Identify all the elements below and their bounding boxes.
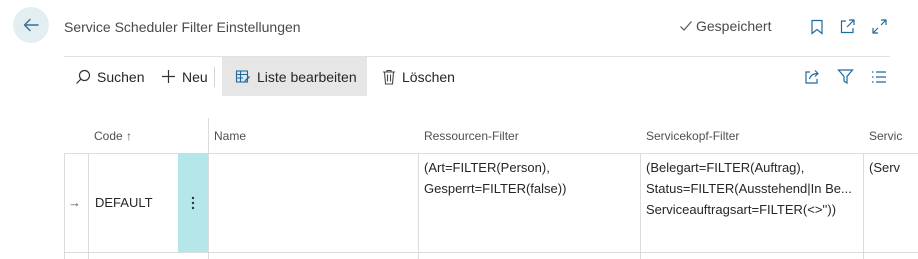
- edit-list-label: Liste bearbeiten: [257, 68, 357, 85]
- action-divider: [214, 67, 215, 87]
- new-button[interactable]: Neu: [161, 57, 208, 96]
- column-divider: [208, 118, 209, 259]
- checkmark-icon: [680, 21, 692, 31]
- saved-status: Gespeichert: [679, 18, 771, 34]
- data-grid: Code ↑ Name Ressourcen-Filter Servicekop…: [64, 118, 918, 259]
- filter-icon[interactable]: [837, 68, 854, 85]
- column-divider: [88, 153, 89, 259]
- row-indicator-arrow-icon: →: [68, 195, 81, 210]
- page-title: Service Scheduler Filter Einstellungen: [64, 19, 301, 35]
- edit-list-icon: [235, 69, 250, 83]
- saved-label: Gespeichert: [696, 18, 772, 34]
- column-header-service-header-filter[interactable]: Servicekopf-Filter: [646, 129, 739, 143]
- column-header-resource-filter[interactable]: Ressourcen-Filter: [424, 129, 519, 143]
- code-cell[interactable]: DEFAULT: [95, 192, 153, 213]
- sort-ascending-icon: ↑: [126, 129, 133, 143]
- column-header-name[interactable]: Name: [214, 129, 246, 143]
- column-divider: [640, 153, 641, 259]
- edit-list-button[interactable]: Liste bearbeiten: [222, 57, 367, 96]
- share-icon[interactable]: [804, 68, 821, 85]
- column-divider: [863, 153, 864, 259]
- back-button[interactable]: [13, 7, 49, 43]
- action-bar: Suchen Neu Liste bearbeiten Löschen: [64, 57, 918, 96]
- column-header-next[interactable]: Servic: [869, 129, 902, 143]
- list-view-icon[interactable]: [870, 68, 887, 85]
- open-new-window-icon[interactable]: [839, 18, 856, 35]
- resource-filter-cell[interactable]: (Art=FILTER(Person), Gesperrt=FILTER(fal…: [424, 157, 638, 199]
- row-divider: [64, 252, 918, 253]
- delete-button[interactable]: Löschen: [382, 57, 455, 96]
- plus-icon: [162, 70, 175, 83]
- trash-icon: [383, 69, 395, 85]
- new-label: Neu: [182, 68, 208, 85]
- column-divider: [418, 153, 419, 259]
- column-header-code[interactable]: Code ↑: [94, 129, 132, 143]
- expand-icon[interactable]: [871, 18, 888, 35]
- delete-label: Löschen: [402, 68, 455, 85]
- bookmark-icon[interactable]: [808, 18, 825, 35]
- arrow-left-icon: [23, 18, 39, 32]
- row-menu-button[interactable]: [178, 153, 208, 252]
- service-header-filter-cell[interactable]: (Belegart=FILTER(Auftrag), Status=FILTER…: [646, 157, 860, 220]
- search-button[interactable]: Suchen: [75, 57, 144, 96]
- column-divider: [64, 153, 65, 259]
- search-label: Suchen: [97, 68, 145, 85]
- search-icon: [76, 69, 91, 84]
- next-filter-cell[interactable]: (Serv: [869, 157, 918, 178]
- more-vertical-icon: [191, 196, 195, 209]
